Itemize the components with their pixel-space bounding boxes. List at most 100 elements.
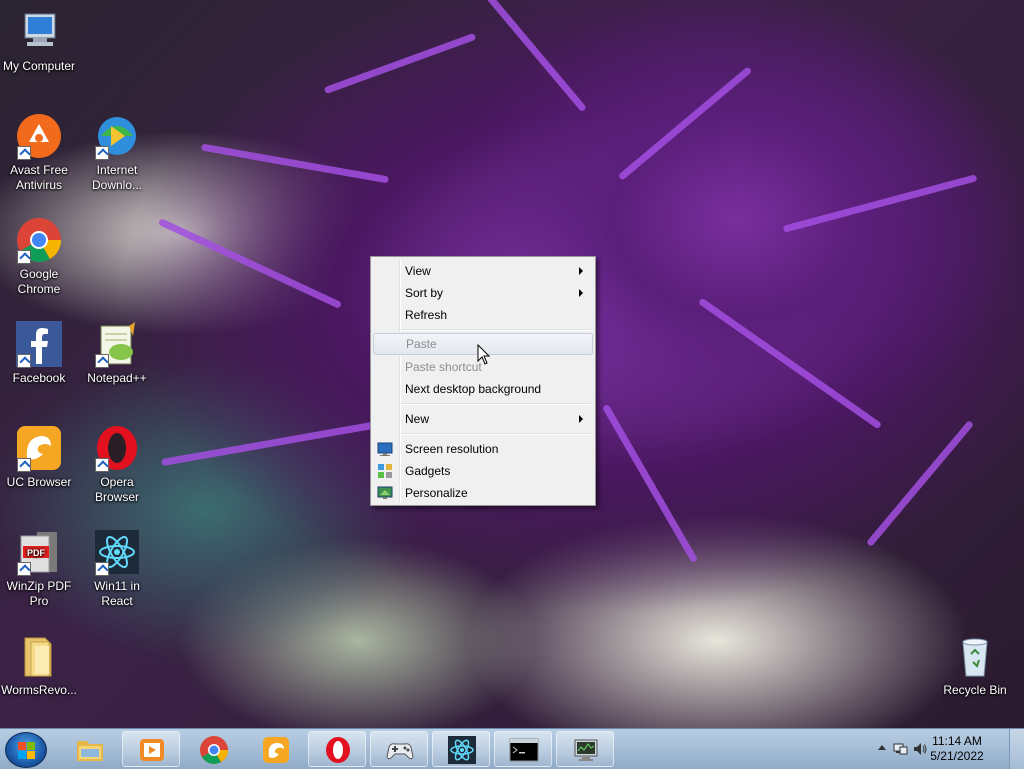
shortcut-arrow-icon [95,146,109,160]
wallpaper-detail [697,297,883,430]
icon-label-line1: Win11 in [94,579,140,593]
wallpaper-detail [200,143,390,184]
menu-separator [401,403,591,405]
taskbar-uc-browser[interactable] [246,731,304,767]
taskbar-react-app[interactable] [432,731,490,767]
taskbar-chrome[interactable] [184,731,242,767]
recycle-bin-icon [951,632,999,680]
clock-date: 5/21/2022 [930,749,984,763]
shortcut-arrow-icon [95,354,109,368]
menu-item-personalize[interactable]: Personalize [373,482,593,504]
start-logo-part [27,742,35,750]
chrome-icon [15,216,63,264]
icon-label: Facebook [12,371,66,385]
personalize-icon [377,485,393,501]
computer-icon [15,8,63,56]
wallpaper-detail [865,419,975,548]
clock-time: 11:14 AM [932,734,982,748]
menu-item-screen-resolution[interactable]: Screen resolution [373,438,593,460]
icon-label: Notepad++ [87,371,147,385]
shortcut-arrow-icon [95,458,109,472]
shortcut-arrow-icon [17,354,31,368]
uc-browser-icon [261,735,291,765]
desktop-icon-internet-download-manager[interactable]: Internet Downlo... [78,112,156,193]
taskbar-game-controller[interactable] [370,731,428,767]
taskbar-file-explorer[interactable] [60,731,118,767]
menu-item-label: Screen resolution [405,442,499,456]
menu-item-label: View [405,264,431,278]
opera-icon [93,424,141,472]
winzip-pdf-icon: PDF [15,528,63,576]
desktop-icon-winzip-pdf-pro[interactable]: PDF WinZip PDF Pro [0,528,78,609]
icon-label-line2: Chrome [17,282,61,296]
desktop-icon-google-chrome[interactable]: Google Chrome [0,216,78,297]
shortcut-arrow-icon [95,562,109,576]
desktop-icon-win11-in-react[interactable]: Win11 in React [78,528,156,609]
menu-item-view[interactable]: View [373,260,593,282]
wallpaper-detail [161,420,379,467]
desktop-icon-opera-browser[interactable]: Opera Browser [78,424,156,505]
menu-item-new[interactable]: New [373,408,593,430]
show-hidden-icons-icon[interactable] [878,745,886,750]
menu-item-label: Sort by [405,286,444,300]
folder-icon [15,632,63,680]
icon-label-line1: Avast Free [10,163,68,177]
menu-item-label: Paste [406,337,437,351]
icon-label-line2: Browser [94,490,139,504]
facebook-icon [15,320,63,368]
desktop-icon-facebook[interactable]: Facebook [0,320,78,386]
internet-download-manager-icon [93,112,141,160]
taskbar-media-player[interactable] [122,731,180,767]
taskbar-opera[interactable] [308,731,366,767]
start-logo-part [27,751,35,759]
opera-icon [323,735,353,765]
taskbar-clock[interactable]: 11:14 AM 5/21/2022 [922,734,992,764]
taskbar-command-prompt[interactable] [494,731,552,767]
icon-label: Recycle Bin [943,683,1007,697]
start-logo-part [18,751,26,759]
desktop-icon-uc-browser[interactable]: UC Browser [0,424,78,490]
menu-item-label: Next desktop background [405,382,542,396]
menu-item-label: New [405,412,430,426]
desktop-icon-notepad-plus-plus[interactable]: Notepad++ [78,320,156,386]
chrome-icon [199,735,229,765]
desktop-icon-wormsrevo-folder[interactable]: WormsRevo... [0,632,78,698]
start-logo-part [18,742,26,750]
desktop-wallpaper[interactable]: My Computer Avast Free Antivirus Interne… [0,0,1024,728]
file-explorer-icon [75,735,105,765]
icon-label: WormsRevo... [1,683,77,697]
menu-item-sort-by[interactable]: Sort by [373,282,593,304]
menu-item-label: Personalize [405,486,468,500]
icon-label: UC Browser [6,475,72,489]
shortcut-arrow-icon [17,562,31,576]
svg-text:PDF: PDF [27,548,46,558]
react-icon [93,528,141,576]
windows-start-icon[interactable] [5,732,47,768]
uc-browser-icon [15,424,63,472]
wallpaper-detail [323,32,477,95]
menu-item-gadgets[interactable]: Gadgets [373,460,593,482]
system-tray: 11:14 AM 5/21/2022 [854,729,1024,769]
wallpaper-detail [617,66,753,181]
desktop-icon-avast[interactable]: Avast Free Antivirus [0,112,78,193]
menu-item-refresh[interactable]: Refresh [373,304,593,326]
desktop-icon-recycle-bin[interactable]: Recycle Bin [936,632,1014,698]
taskbar: 11:14 AM 5/21/2022 [0,728,1024,769]
network-icon[interactable] [892,741,908,757]
menu-item-next-desktop-background[interactable]: Next desktop background [373,378,593,400]
icon-label-line1: WinZip PDF [6,579,72,593]
icon-label-line1: Internet [96,163,138,177]
media-player-icon [137,735,167,765]
show-desktop-button[interactable] [1009,729,1024,769]
desktop-context-menu: View Sort by Refresh Paste Paste shortcu… [370,256,596,506]
icon-label-line1: Google [19,267,59,281]
desktop-icon-my-computer[interactable]: My Computer [0,8,78,74]
menu-separator [401,433,591,435]
wallpaper-detail [453,0,587,113]
avast-icon [15,112,63,160]
taskbar-network-monitor[interactable] [556,731,614,767]
shortcut-arrow-icon [17,458,31,472]
icon-label: My Computer [2,59,76,73]
submenu-arrow-icon [579,289,583,297]
icon-label-line2: Antivirus [15,178,62,192]
